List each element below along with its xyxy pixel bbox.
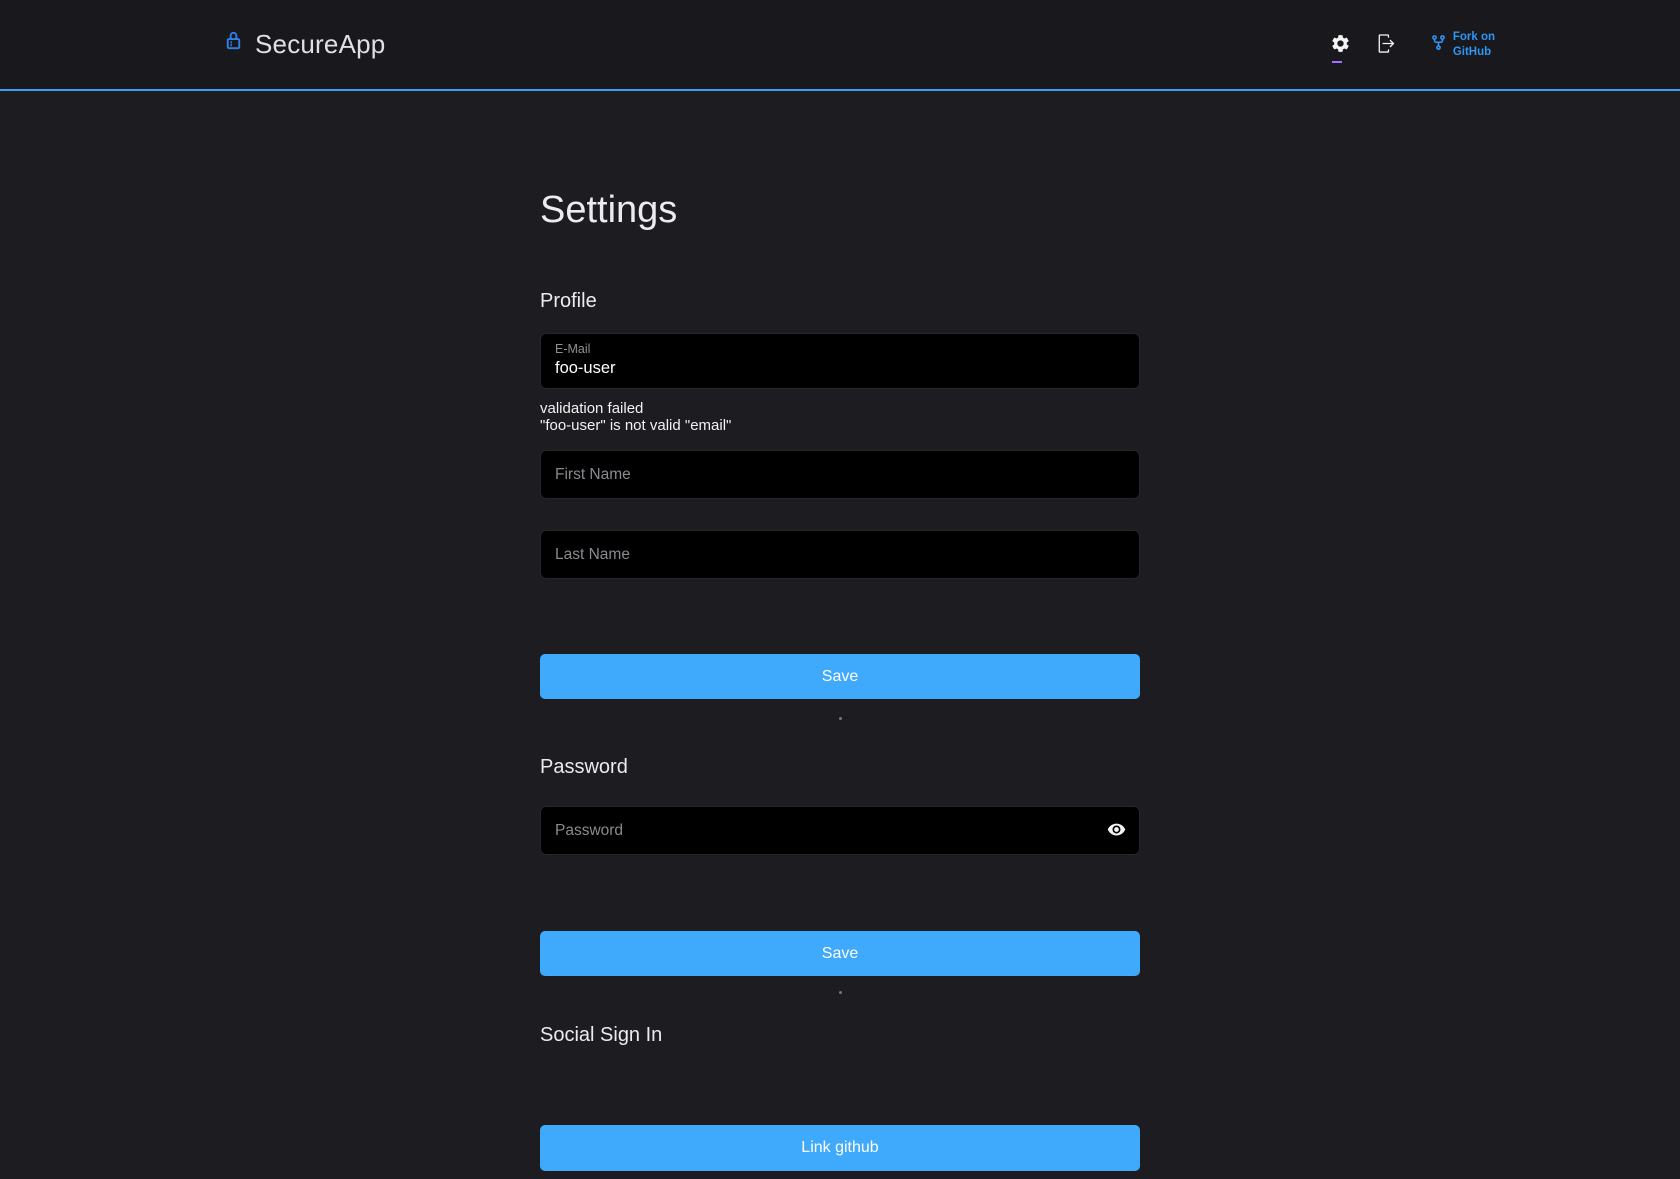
validation-error-line2: "foo-user" is not valid "email" bbox=[540, 417, 1140, 434]
fork-on-github-link[interactable]: Fork on GitHub bbox=[1430, 30, 1495, 59]
eye-icon bbox=[1107, 820, 1126, 842]
social-section-title: Social Sign In bbox=[540, 1024, 1140, 1047]
gear-icon bbox=[1330, 33, 1351, 57]
profile-section-title: Profile bbox=[540, 290, 1140, 313]
header-actions: Fork on GitHub bbox=[1324, 25, 1495, 65]
first-name-input[interactable] bbox=[540, 450, 1140, 499]
app-brand[interactable]: SecureApp bbox=[222, 29, 385, 60]
fork-icon bbox=[1430, 34, 1447, 56]
password-save-button[interactable]: Save bbox=[540, 931, 1140, 976]
password-field bbox=[540, 806, 1140, 855]
last-name-input[interactable] bbox=[540, 530, 1140, 579]
password-input[interactable] bbox=[540, 806, 1140, 855]
app-title: SecureApp bbox=[255, 29, 385, 60]
lock-icon bbox=[222, 29, 245, 52]
settings-page: Settings Profile E-Mail validation faile… bbox=[540, 91, 1140, 1171]
profile-save-button[interactable]: Save bbox=[540, 654, 1140, 699]
email-input[interactable] bbox=[555, 359, 1125, 378]
active-route-indicator bbox=[1332, 61, 1342, 63]
fork-link-label: Fork on GitHub bbox=[1453, 30, 1495, 59]
show-password-button[interactable] bbox=[1098, 813, 1134, 849]
validation-error: validation failed "foo-user" is not vali… bbox=[540, 400, 1140, 434]
page-title: Settings bbox=[540, 189, 1140, 232]
section-divider-dot bbox=[839, 991, 842, 994]
link-github-button[interactable]: Link github bbox=[540, 1125, 1140, 1171]
password-section-title: Password bbox=[540, 756, 1140, 779]
email-field[interactable]: E-Mail bbox=[540, 333, 1140, 389]
section-divider-dot bbox=[839, 717, 842, 720]
app-header: SecureApp bbox=[0, 0, 1680, 91]
logout-button[interactable] bbox=[1370, 25, 1404, 65]
logout-icon bbox=[1376, 33, 1397, 57]
validation-error-line1: validation failed bbox=[540, 400, 1140, 417]
settings-nav-button[interactable] bbox=[1324, 25, 1358, 65]
email-field-label: E-Mail bbox=[555, 342, 1125, 356]
